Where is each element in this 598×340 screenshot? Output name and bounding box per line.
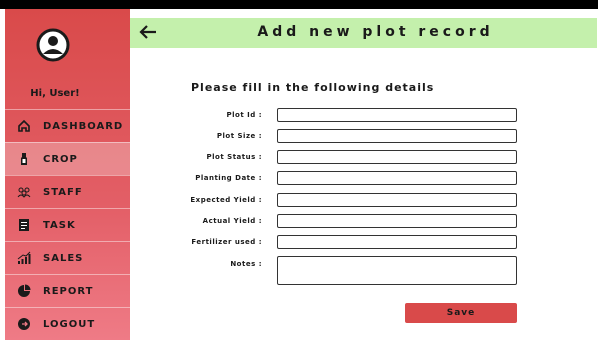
staff-icon	[17, 185, 31, 199]
sidebar-item-report[interactable]: REPORT	[5, 274, 130, 307]
save-button[interactable]: Save	[405, 303, 517, 323]
expected-yield-input[interactable]	[277, 193, 517, 207]
page-title: Add new plot record	[257, 24, 494, 40]
user-greeting: Hi, User!	[30, 88, 80, 99]
sidebar-item-label: STAFF	[43, 186, 83, 198]
sidebar-item-logout[interactable]: LOGOUT	[5, 307, 130, 340]
planting-date-label: Planting Date :	[195, 174, 262, 182]
plot-status-label: Plot Status :	[206, 153, 262, 161]
fertilizer-used-label: Fertilizer used :	[191, 238, 262, 246]
notes-label: Notes :	[230, 260, 262, 268]
logout-icon	[17, 317, 31, 331]
actual-yield-input[interactable]	[277, 214, 517, 228]
actual-yield-label: Actual Yield :	[202, 217, 262, 225]
report-icon	[17, 284, 31, 298]
sidebar-item-task[interactable]: TASK	[5, 208, 130, 241]
expected-yield-label: Expected Yield :	[190, 196, 262, 204]
sidebar-item-label: CROP	[43, 153, 78, 165]
sales-icon	[17, 251, 31, 265]
home-icon	[17, 119, 31, 133]
sidebar-item-sales[interactable]: SALES	[5, 241, 130, 274]
form-heading: Please fill in the following details	[191, 81, 435, 94]
plot-status-input[interactable]	[277, 150, 517, 164]
sidebar: Hi, User! DASHBOARD CROP STAFF TASK SALE…	[5, 9, 130, 340]
sidebar-item-label: REPORT	[43, 285, 94, 297]
plot-size-label: Plot Size :	[216, 132, 262, 140]
sidebar-item-label: SALES	[43, 252, 84, 264]
task-icon	[17, 218, 31, 232]
sidebar-item-label: DASHBOARD	[43, 120, 124, 132]
plot-id-input[interactable]	[277, 108, 517, 122]
sidebar-item-label: TASK	[43, 219, 76, 231]
plot-id-label: Plot Id :	[226, 111, 262, 119]
sidebar-item-staff[interactable]: STAFF	[5, 175, 130, 208]
crop-icon	[17, 152, 31, 166]
user-avatar-icon	[36, 28, 70, 62]
planting-date-input[interactable]	[277, 171, 517, 185]
sidebar-item-dashboard[interactable]: DASHBOARD	[5, 109, 130, 142]
top-bar	[0, 0, 598, 9]
sidebar-item-crop[interactable]: CROP	[5, 142, 130, 175]
page-header: Add new plot record	[130, 18, 597, 48]
notes-textarea[interactable]	[277, 256, 517, 285]
plot-size-input[interactable]	[277, 129, 517, 143]
fertilizer-used-input[interactable]	[277, 235, 517, 249]
sidebar-item-label: LOGOUT	[43, 318, 96, 330]
